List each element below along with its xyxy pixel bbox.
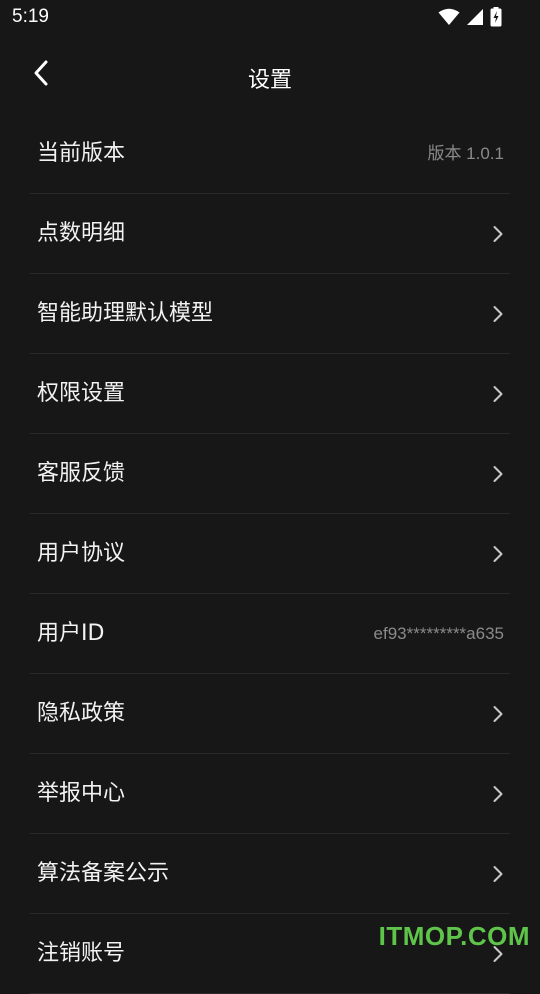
chevron-right-icon xyxy=(492,705,504,723)
header: 设置 xyxy=(0,44,540,108)
settings-row-user-agreement[interactable]: 用户协议 xyxy=(30,514,510,594)
settings-row-feedback[interactable]: 客服反馈 xyxy=(30,434,510,514)
battery-charging-icon xyxy=(490,7,502,27)
page-title: 设置 xyxy=(247,68,292,93)
settings-row-label: 用户协议 xyxy=(37,541,126,566)
settings-row-label: 客服反馈 xyxy=(37,461,126,486)
settings-row-label: 用户ID xyxy=(37,621,105,646)
chevron-right-icon xyxy=(492,865,504,883)
settings-row-value: ef93*********a635 xyxy=(373,624,504,643)
wifi-icon xyxy=(438,8,460,26)
chevron-right-icon xyxy=(492,385,504,403)
chevron-right-icon xyxy=(492,225,504,243)
settings-row-privacy[interactable]: 隐私政策 xyxy=(30,674,510,754)
settings-row-algorithm[interactable]: 算法备案公示 xyxy=(30,834,510,914)
settings-row-version[interactable]: 当前版本 版本 1.0.1 xyxy=(30,114,510,194)
settings-row-label: 注销账号 xyxy=(37,941,126,966)
settings-row-default-model[interactable]: 智能助理默认模型 xyxy=(30,274,510,354)
status-time: 5:19 xyxy=(12,6,49,27)
status-icons xyxy=(438,7,502,27)
settings-row-report-center[interactable]: 举报中心 xyxy=(30,754,510,834)
settings-row-label: 算法备案公示 xyxy=(37,861,170,886)
settings-row-permissions[interactable]: 权限设置 xyxy=(30,354,510,434)
settings-row-label: 点数明细 xyxy=(37,221,126,246)
settings-row-label: 隐私政策 xyxy=(37,701,126,726)
settings-row-value: 版本 1.0.1 xyxy=(427,144,504,163)
settings-row-label: 当前版本 xyxy=(37,141,126,166)
chevron-right-icon xyxy=(492,465,504,483)
status-bar: 5:19 xyxy=(0,0,540,36)
settings-row-points[interactable]: 点数明细 xyxy=(30,194,510,274)
chevron-right-icon xyxy=(492,785,504,803)
settings-list: 当前版本 版本 1.0.1 点数明细智能助理默认模型 权限设置客服反馈用户协议用户ID… xyxy=(30,114,510,994)
settings-row-label: 举报中心 xyxy=(37,781,126,806)
settings-row-label: 智能助理默认模型 xyxy=(37,301,214,326)
settings-row-label: 权限设置 xyxy=(37,381,126,406)
chevron-right-icon xyxy=(492,545,504,563)
signal-icon xyxy=(466,8,484,26)
settings-row-user-id[interactable]: 用户ID ef93*********a635 xyxy=(30,594,510,674)
chevron-right-icon xyxy=(492,305,504,323)
watermark: ITMOP.COM xyxy=(378,921,530,951)
